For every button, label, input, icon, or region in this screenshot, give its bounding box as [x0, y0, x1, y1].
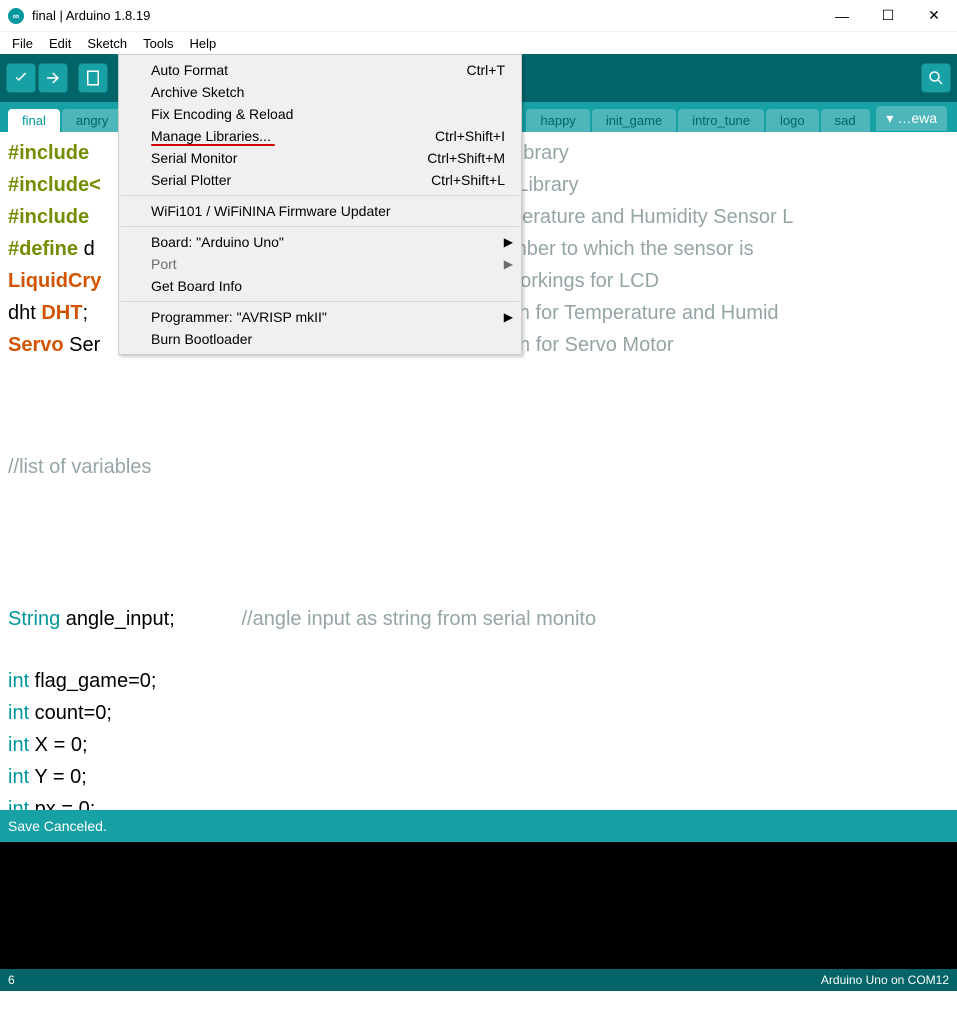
code-text: X = 0;	[29, 734, 87, 756]
code-text: flag_game=0;	[29, 670, 156, 692]
dd-separator	[121, 195, 519, 196]
tab-sad[interactable]: sad	[821, 109, 870, 132]
dd-label: Port	[151, 256, 177, 272]
menu-help[interactable]: Help	[181, 34, 224, 53]
dd-shortcut: Ctrl+T	[467, 62, 506, 78]
dd-label: WiFi101 / WiFiNINA Firmware Updater	[151, 203, 391, 219]
line-number: 6	[8, 973, 15, 987]
tools-dropdown: Auto Format Ctrl+T Archive Sketch Fix Enc…	[118, 54, 522, 355]
dd-label: Board: "Arduino Uno"	[151, 234, 284, 250]
dd-label: Fix Encoding & Reload	[151, 106, 293, 122]
code-type: int	[8, 670, 29, 692]
dd-board-info[interactable]: Get Board Info	[119, 275, 521, 297]
bottom-bar: 6 Arduino Uno on COM12	[0, 969, 957, 991]
code-kw: #include<	[8, 174, 101, 196]
code-text: Y = 0;	[29, 766, 87, 788]
dd-separator	[121, 226, 519, 227]
code-type: int	[8, 766, 29, 788]
arduino-icon: ∞	[8, 8, 24, 24]
dd-auto-format[interactable]: Auto Format Ctrl+T	[119, 59, 521, 81]
chevron-right-icon: ▶	[504, 235, 513, 249]
dd-archive-sketch[interactable]: Archive Sketch	[119, 81, 521, 103]
tab-intro-tune[interactable]: intro_tune	[678, 109, 764, 132]
tab-happy[interactable]: happy	[526, 109, 589, 132]
dd-separator	[121, 301, 519, 302]
window-controls: — ☐ ✕	[819, 0, 957, 32]
title-bar: ∞ final | Arduino 1.8.19 — ☐ ✕	[0, 0, 957, 32]
tab-overflow[interactable]: ▾ …ewa	[876, 106, 947, 131]
dd-shortcut: Ctrl+Shift+M	[427, 150, 505, 166]
dd-label: Programmer: "AVRISP mkII"	[151, 309, 327, 325]
dd-port: Port ▶	[119, 253, 521, 275]
maximize-button[interactable]: ☐	[865, 0, 911, 32]
code-type: int	[8, 798, 29, 810]
console[interactable]	[0, 842, 957, 969]
chevron-right-icon: ▶	[504, 310, 513, 324]
tab-final[interactable]: final	[8, 109, 60, 132]
code-text: dht	[8, 302, 41, 324]
code-text: count=0;	[29, 702, 112, 724]
arrow-right-icon	[44, 69, 62, 87]
dd-label: Serial Monitor	[151, 150, 237, 166]
dd-label: Serial Plotter	[151, 172, 231, 188]
code-kw: #define	[8, 238, 78, 260]
code-type: LiquidCry	[8, 270, 101, 292]
code-comment: //angle input as string from serial moni…	[241, 608, 596, 630]
code-kw: #include	[8, 206, 89, 228]
dd-wifi-updater[interactable]: WiFi101 / WiFiNINA Firmware Updater	[119, 200, 521, 222]
dd-fix-encoding[interactable]: Fix Encoding & Reload	[119, 103, 521, 125]
code-type: String	[8, 608, 60, 630]
chevron-right-icon: ▶	[504, 257, 513, 271]
menu-edit[interactable]: Edit	[41, 34, 79, 53]
minimize-button[interactable]: —	[819, 0, 865, 32]
dd-serial-plotter[interactable]: Serial Plotter Ctrl+Shift+L	[119, 169, 521, 191]
dd-programmer[interactable]: Programmer: "AVRISP mkII" ▶	[119, 306, 521, 328]
code-type: Servo	[8, 334, 64, 356]
code-type: int	[8, 734, 29, 756]
code-type: int	[8, 702, 29, 724]
new-file-icon	[84, 69, 102, 87]
close-button[interactable]: ✕	[911, 0, 957, 32]
status-strip: Save Canceled.	[0, 810, 957, 842]
dd-label: Auto Format	[151, 62, 228, 78]
code-ident: DHT	[41, 302, 82, 324]
code-text: angle_input;	[60, 608, 241, 630]
menu-tools[interactable]: Tools	[135, 34, 181, 53]
menu-bar: File Edit Sketch Tools Help	[0, 32, 957, 54]
dd-burn-bootloader[interactable]: Burn Bootloader	[119, 328, 521, 350]
code-comment: //list of variables	[8, 456, 151, 478]
dd-shortcut: Ctrl+Shift+L	[431, 172, 505, 188]
code-text: d	[78, 238, 95, 260]
dd-serial-monitor[interactable]: Serial Monitor Ctrl+Shift+M	[119, 147, 521, 169]
status-message: Save Canceled.	[8, 818, 107, 834]
dd-label: Get Board Info	[151, 278, 242, 294]
tab-overflow-label: …ewa	[897, 110, 937, 126]
dd-board[interactable]: Board: "Arduino Uno" ▶	[119, 231, 521, 253]
check-icon	[12, 69, 30, 87]
search-icon	[927, 69, 945, 87]
dd-shortcut: Ctrl+Shift+I	[435, 128, 505, 144]
code-kw: #include	[8, 142, 89, 164]
dd-label: Manage Libraries...	[151, 128, 271, 144]
code-text: Ser	[64, 334, 101, 356]
dd-manage-libraries[interactable]: Manage Libraries... Ctrl+Shift+I	[119, 125, 521, 147]
new-button[interactable]	[78, 63, 108, 93]
board-info: Arduino Uno on COM12	[821, 973, 949, 987]
code-text: ;	[82, 302, 88, 324]
tab-angry[interactable]: angry	[62, 109, 123, 132]
verify-button[interactable]	[6, 63, 36, 93]
tab-logo[interactable]: logo	[766, 109, 819, 132]
code-text: px = 0;	[29, 798, 95, 810]
menu-file[interactable]: File	[4, 34, 41, 53]
dd-label: Archive Sketch	[151, 84, 244, 100]
upload-button[interactable]	[38, 63, 68, 93]
tab-init-game[interactable]: init_game	[592, 109, 676, 132]
window-title: final | Arduino 1.8.19	[32, 8, 819, 23]
menu-sketch[interactable]: Sketch	[79, 34, 135, 53]
serial-monitor-button[interactable]	[921, 63, 951, 93]
dd-label: Burn Bootloader	[151, 331, 252, 347]
